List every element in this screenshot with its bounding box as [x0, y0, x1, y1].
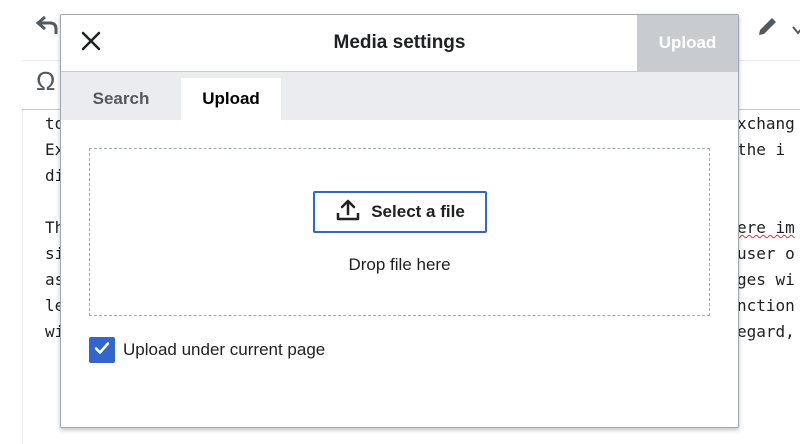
select-file-label: Select a file [371, 202, 465, 221]
upload-icon [335, 197, 361, 228]
file-dropzone[interactable]: Select a file Drop file here [89, 148, 710, 316]
tab-upload[interactable]: Upload [181, 78, 281, 120]
text-fragment: ges wi [737, 270, 795, 289]
tab-bar: Search Upload [61, 72, 738, 120]
dialog-body: Select a file Drop file here Upload unde… [61, 120, 738, 427]
close-icon [80, 30, 102, 57]
text-fragment: egard, [737, 322, 795, 341]
dialog-title: Media settings [333, 32, 466, 53]
omega-icon[interactable]: Ω [36, 68, 55, 94]
close-button[interactable] [69, 21, 113, 65]
media-settings-dialog: Media settings Upload Search Upload Sele… [60, 14, 739, 428]
upload-button[interactable]: Upload [637, 15, 738, 71]
checkbox-label: Upload under current page [123, 340, 326, 359]
checkmark-icon [93, 339, 111, 362]
edit-pencil-icon[interactable] [756, 14, 780, 42]
undo-icon[interactable] [35, 14, 60, 40]
upload-under-page-checkbox[interactable] [89, 337, 115, 363]
text-fragment: ere im [737, 218, 795, 237]
dialog-header: Media settings Upload [61, 15, 738, 72]
text-fragment: xchang [737, 114, 795, 133]
select-file-button[interactable]: Select a file [313, 191, 487, 233]
chevron-down-icon[interactable] [792, 18, 800, 40]
drop-file-text: Drop file here [348, 255, 451, 274]
text-fragment: nction [737, 296, 795, 315]
text-fragment: user o [737, 244, 795, 263]
tab-search[interactable]: Search [61, 78, 181, 120]
text-fragment: the i [737, 140, 786, 159]
upload-under-page-option: Upload under current page [89, 336, 325, 364]
